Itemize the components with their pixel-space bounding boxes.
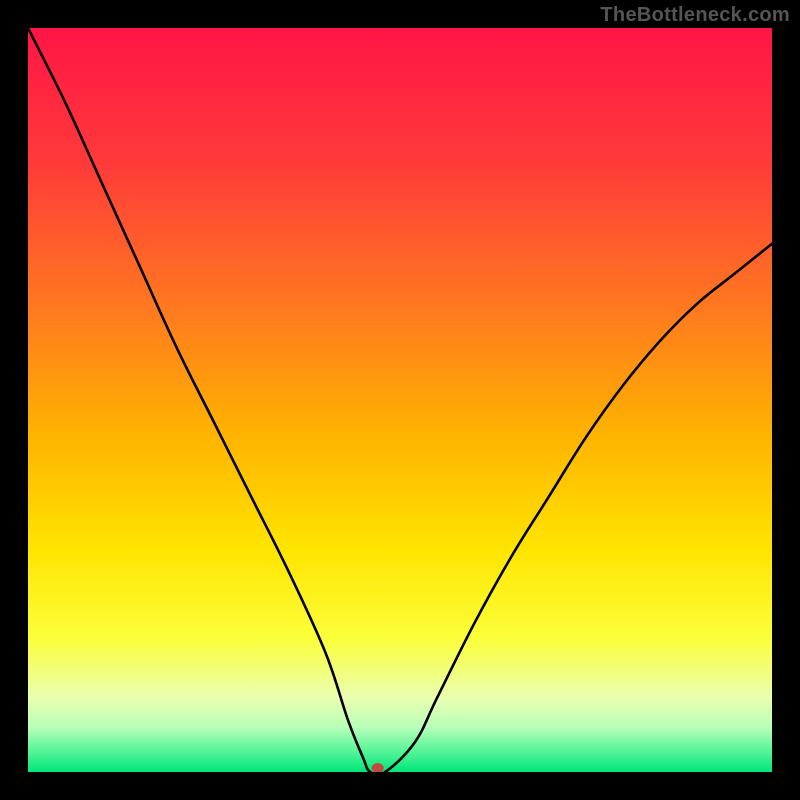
gradient-background (28, 28, 772, 772)
chart-plot-area (28, 28, 772, 772)
chart-svg (28, 28, 772, 772)
chart-frame: TheBottleneck.com (0, 0, 800, 800)
watermark-text: TheBottleneck.com (600, 4, 790, 27)
